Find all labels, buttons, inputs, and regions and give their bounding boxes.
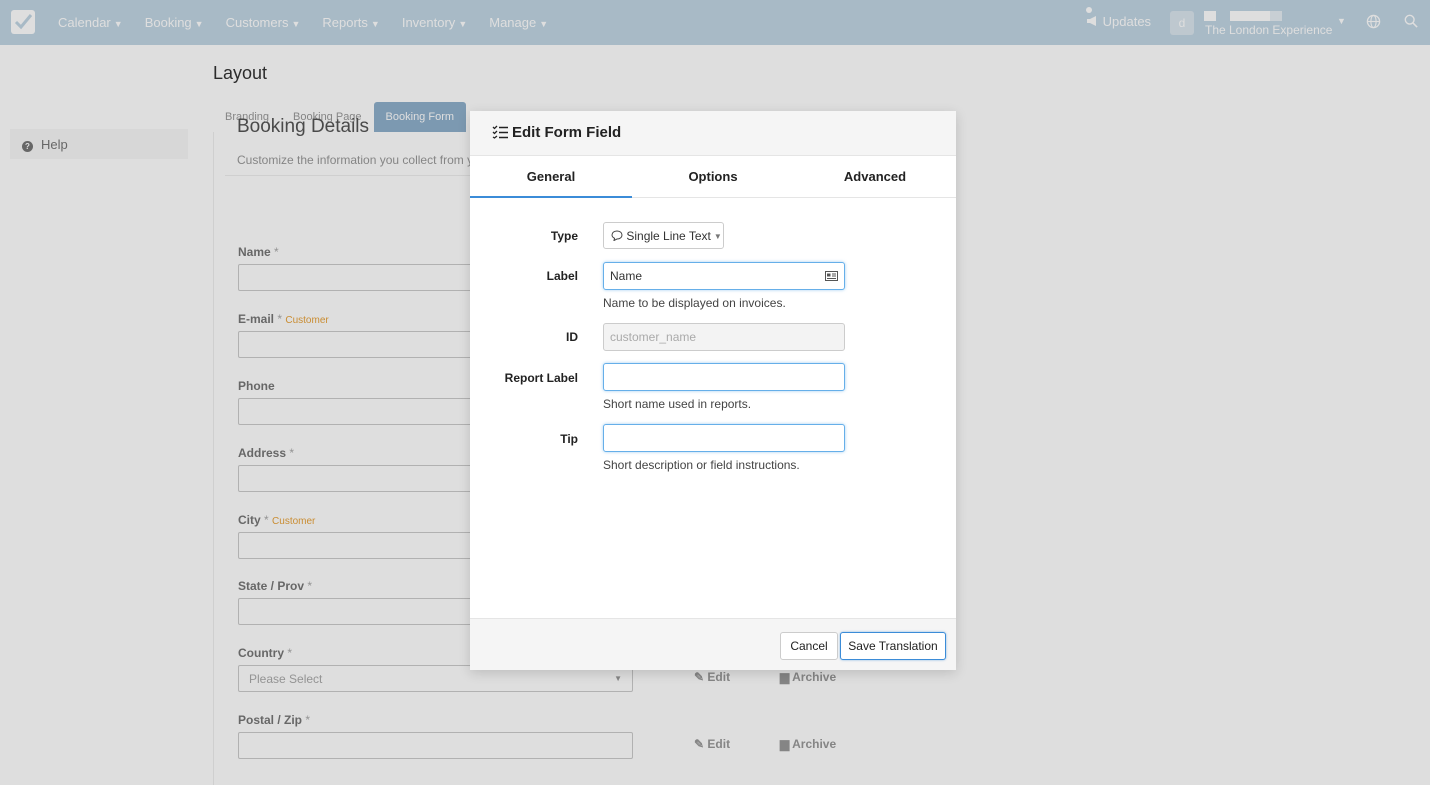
report-label-label: Report Label <box>504 371 578 385</box>
tip-input[interactable] <box>603 424 845 452</box>
tab-advanced[interactable]: Advanced <box>794 156 956 197</box>
cancel-button[interactable]: Cancel <box>780 632 838 660</box>
label-label: Label <box>546 269 578 283</box>
label-input-value: Name <box>610 269 643 283</box>
label-input[interactable]: Name <box>603 262 845 290</box>
chevron-down-icon: ▼ <box>713 232 722 241</box>
modal-title: Edit Form Field <box>492 124 621 141</box>
modal-footer: Cancel Save Translation <box>470 618 956 670</box>
tab-options[interactable]: Options <box>632 156 794 197</box>
tip-help-text: Short description or field instructions. <box>603 458 800 472</box>
label-help-text: Name to be displayed on invoices. <box>603 296 786 310</box>
list-check-icon <box>492 125 508 139</box>
report-label-input[interactable] <box>603 363 845 391</box>
save-translation-button[interactable]: Save Translation <box>840 632 946 660</box>
speech-bubble-icon <box>611 230 623 242</box>
tip-label: Tip <box>560 432 578 446</box>
modal-header: Edit Form Field <box>470 111 956 156</box>
edit-form-field-modal: Edit Form Field General Options Advanced… <box>470 111 956 670</box>
report-label-help-text: Short name used in reports. <box>603 397 752 411</box>
modal-tabs: General Options Advanced <box>470 156 956 198</box>
id-input[interactable]: customer_name <box>603 323 845 351</box>
id-label: ID <box>566 330 578 344</box>
type-label: Type <box>550 229 578 243</box>
type-value: Single Line Text <box>626 229 711 243</box>
id-card-icon[interactable] <box>825 271 838 281</box>
tab-general[interactable]: General <box>470 156 632 198</box>
id-placeholder: customer_name <box>610 330 697 344</box>
type-dropdown[interactable]: Single Line Text ▼ <box>603 222 724 249</box>
